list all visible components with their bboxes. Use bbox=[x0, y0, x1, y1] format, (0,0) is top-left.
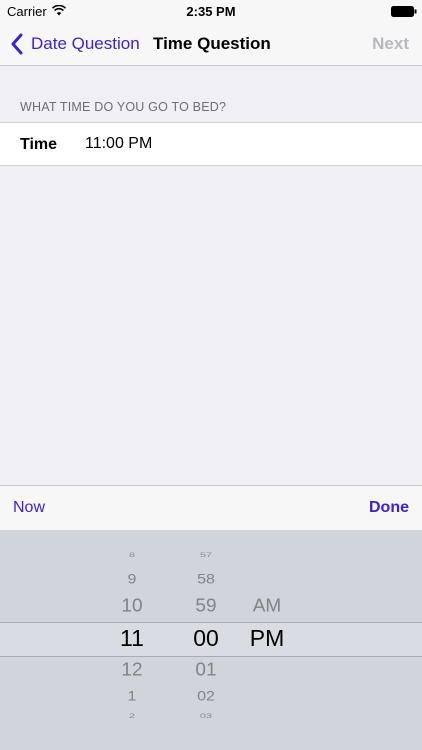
picker-hour-option[interactable]: 9 bbox=[102, 573, 162, 587]
status-bar: Carrier 2:35 PM bbox=[0, 0, 422, 22]
picker-hour-option[interactable]: 2 bbox=[102, 713, 162, 719]
picker-period-selected[interactable]: PM bbox=[237, 627, 297, 650]
time-row[interactable]: Time 11:00 PM bbox=[0, 122, 422, 166]
done-button[interactable]: Done bbox=[369, 499, 409, 517]
picker-minute-option[interactable]: 01 bbox=[176, 661, 236, 679]
back-button[interactable]: Date Question bbox=[10, 31, 140, 57]
picker-minute-option[interactable]: 03 bbox=[176, 713, 236, 719]
back-button-label: Date Question bbox=[31, 34, 140, 53]
picker-minute-selected[interactable]: 00 bbox=[176, 627, 236, 650]
picker-hour-option[interactable]: 10 bbox=[102, 597, 162, 615]
picker-hour-selected[interactable]: 11 bbox=[102, 627, 162, 650]
navigation-bar: Date Question Time Question Next bbox=[0, 22, 422, 66]
picker-minute-option[interactable]: 02 bbox=[176, 690, 236, 704]
picker-toolbar: Now Done bbox=[0, 485, 422, 530]
picker-hour-option[interactable]: 1 bbox=[102, 690, 162, 704]
time-row-value: 11:00 PM bbox=[85, 135, 153, 152]
picker-hour-option[interactable]: 8 bbox=[102, 552, 162, 558]
picker-period-option[interactable]: AM bbox=[237, 597, 297, 615]
chevron-left-icon bbox=[11, 33, 23, 55]
picker-minute-option[interactable]: 59 bbox=[176, 597, 236, 615]
picker-minute-option[interactable]: 58 bbox=[176, 573, 236, 587]
picker-hour-option[interactable]: 12 bbox=[102, 661, 162, 679]
section-header: WHAT TIME DO YOU GO TO BED? bbox=[20, 100, 227, 114]
time-row-label: Time bbox=[20, 136, 58, 153]
status-time: 2:35 PM bbox=[186, 4, 236, 19]
page-title: Time Question bbox=[153, 34, 271, 53]
picker-bottom-fade bbox=[0, 716, 422, 750]
now-button[interactable]: Now bbox=[13, 499, 45, 517]
time-picker[interactable]: 8 9 10 11 12 1 2 57 58 59 00 01 02 03 AM PM bbox=[0, 530, 422, 750]
battery-icon bbox=[391, 6, 417, 17]
picker-minute-option[interactable]: 57 bbox=[176, 552, 236, 558]
next-button[interactable]: Next bbox=[372, 34, 409, 54]
